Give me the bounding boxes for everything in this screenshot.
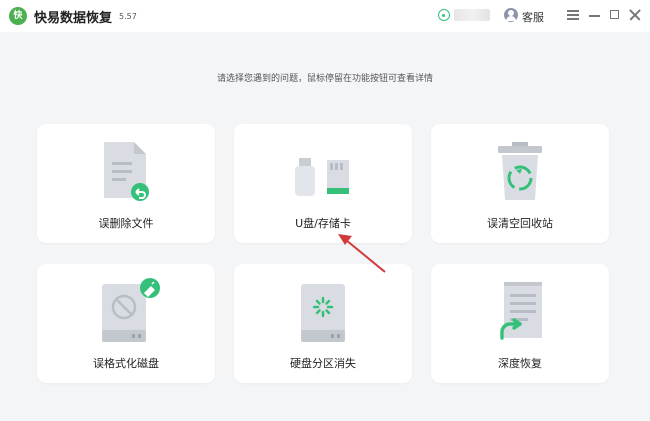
annotation-arrow-icon — [338, 234, 386, 273]
